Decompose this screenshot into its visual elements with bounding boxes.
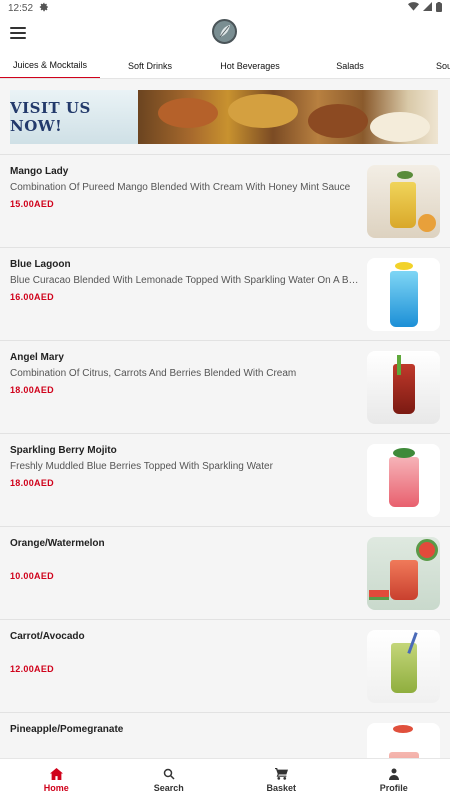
- menu-icon-line: [10, 37, 26, 39]
- item-image: [367, 258, 440, 331]
- item-image: [367, 444, 440, 517]
- item-title: Blue Lagoon: [10, 259, 71, 270]
- menu-content: VISIT US NOW! Mango Lady Combination Of …: [0, 80, 450, 758]
- menu-button[interactable]: [10, 26, 26, 40]
- item-price: 10.00AED: [10, 571, 54, 581]
- item-title: Angel Mary: [10, 352, 64, 363]
- item-description: Combination Of Citrus, Carrots And Berri…: [10, 368, 297, 379]
- nav-profile-label: Profile: [379, 782, 408, 793]
- nav-search-label: Search: [153, 782, 184, 793]
- tab-hot-beverages[interactable]: Hot Beverages: [200, 52, 300, 78]
- menu-item-blue-lagoon[interactable]: Blue Lagoon Blue Curacao Blended With Le…: [0, 247, 450, 340]
- item-image: [367, 723, 440, 758]
- item-price: 12.00AED: [10, 664, 54, 674]
- item-title: Orange/Watermelon: [10, 538, 105, 549]
- app-bar: [0, 16, 450, 52]
- banner-food-image: [138, 90, 438, 144]
- menu-icon-line: [10, 32, 26, 34]
- item-description: Freshly Muddled Blue Berries Topped With…: [10, 461, 273, 472]
- cart-icon: [274, 767, 288, 781]
- item-title: Pineapple/Pomegranate: [10, 724, 124, 735]
- item-description: Combination Of Pureed Mango Blended With…: [10, 182, 351, 193]
- item-title: Mango Lady: [10, 166, 69, 177]
- promo-banner[interactable]: VISIT US NOW!: [10, 90, 438, 144]
- menu-item-orange-watermelon[interactable]: Orange/Watermelon 10.00AED: [0, 526, 450, 619]
- tab-juices-mocktails[interactable]: Juices & Mocktails: [0, 52, 100, 78]
- settings-status-icon: [39, 2, 49, 15]
- menu-item-carrot-avocado[interactable]: Carrot/Avocado 12.00AED: [0, 619, 450, 712]
- item-price: 18.00AED: [10, 385, 54, 395]
- search-icon: [163, 767, 175, 781]
- item-description: Blue Curacao Blended With Lemonade Toppe…: [10, 275, 362, 286]
- status-bar: 12:52: [0, 0, 450, 16]
- item-image: [367, 537, 440, 610]
- tab-soft-drinks[interactable]: Soft Drinks: [100, 52, 200, 78]
- nav-basket-label: Basket: [266, 782, 297, 793]
- item-image: [367, 351, 440, 424]
- wifi-icon: [408, 2, 419, 14]
- battery-icon: [436, 1, 442, 15]
- menu-item-angel-mary[interactable]: Angel Mary Combination Of Citrus, Carrot…: [0, 340, 450, 433]
- menu-icon-line: [10, 27, 26, 29]
- category-tabs: Juices & Mocktails Soft Drinks Hot Bever…: [0, 52, 450, 79]
- banner-text: VISIT US NOW!: [10, 99, 91, 135]
- leaf-logo-icon: [219, 25, 230, 38]
- item-price: 18.00AED: [10, 478, 54, 488]
- nav-profile[interactable]: Profile: [338, 759, 450, 800]
- item-price: 15.00AED: [10, 199, 54, 209]
- menu-item-sparkling-berry-mojito[interactable]: Sparkling Berry Mojito Freshly Muddled B…: [0, 433, 450, 526]
- profile-icon: [388, 767, 400, 781]
- menu-item-mango-lady[interactable]: Mango Lady Combination Of Pureed Mango B…: [0, 154, 450, 247]
- item-title: Carrot/Avocado: [10, 631, 85, 642]
- nav-search[interactable]: Search: [113, 759, 226, 800]
- item-title: Sparkling Berry Mojito: [10, 445, 117, 456]
- nav-home-label: Home: [43, 782, 69, 793]
- nav-basket[interactable]: Basket: [225, 759, 338, 800]
- banner-text-panel: VISIT US NOW!: [10, 90, 138, 144]
- item-image: [367, 630, 440, 703]
- restaurant-logo: [212, 19, 237, 44]
- home-icon: [49, 767, 63, 781]
- menu-item-pineapple-pomegranate[interactable]: Pineapple/Pomegranate: [0, 712, 450, 758]
- signal-icon: [423, 2, 432, 14]
- item-image: [367, 165, 440, 238]
- status-time: 12:52: [8, 2, 34, 14]
- tab-salads[interactable]: Salads: [300, 52, 400, 78]
- item-price: 16.00AED: [10, 292, 54, 302]
- tab-soups[interactable]: Sou: [426, 52, 450, 78]
- bottom-navigation: Home Search Basket Profile: [0, 758, 450, 800]
- nav-home[interactable]: Home: [0, 759, 113, 800]
